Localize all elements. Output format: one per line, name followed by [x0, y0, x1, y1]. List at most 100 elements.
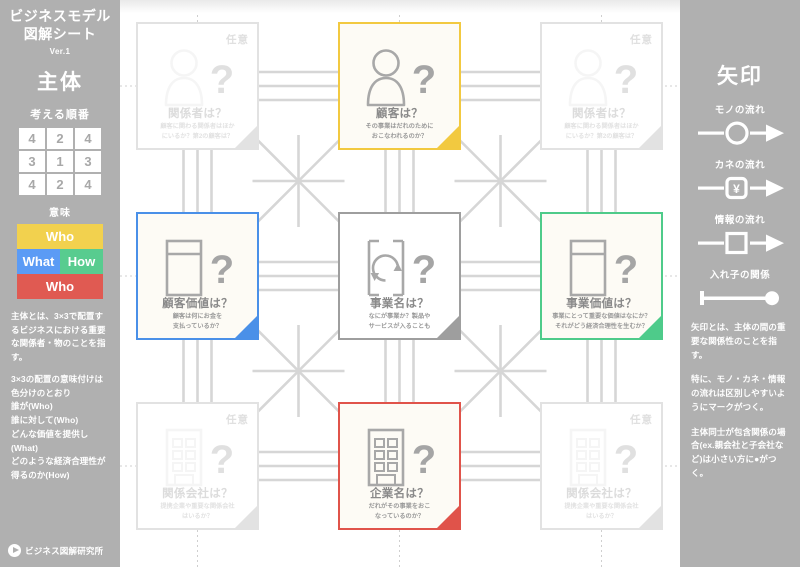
card-title-top-center: 顧客は？ — [375, 108, 424, 120]
svg-text:¥: ¥ — [733, 182, 740, 196]
building-icon — [367, 428, 405, 487]
legend-row-2: What How — [17, 248, 103, 274]
building-icon — [569, 428, 607, 487]
card-icon-wrap-bot-center: ? — [340, 424, 459, 492]
card-icon-wrap-bot-left: ? — [138, 424, 257, 492]
arrow-legend-item-3: 情報の流れ — [686, 212, 794, 255]
card-icon-wrap-top-center: ? — [340, 44, 459, 112]
arrow-nesting-paragraph: 主体同士が包含関係の場合(ex.親会社と子会社など)は小さい方に●がつく。 — [691, 426, 786, 478]
card-title-bot-right: 関係会社は？ — [566, 488, 637, 500]
arrow-marks-paragraph: 特に、モノ・カネ・情報の流れは区別しやすいようにマークがつく。 — [691, 374, 786, 412]
order-cell-r3c2: 2 — [47, 173, 73, 195]
card-title-top-right: 関係者は？ — [572, 108, 631, 120]
person-icon — [366, 49, 406, 107]
card-icon-wrap-mid-left: ? — [138, 234, 257, 302]
arrow-legend: モノの流れカネの流れ ¥ 情報の流れ入れ子の関係 — [686, 102, 794, 310]
left-sidebar: ビジネスモデル 図解シート Ver.1 主体 考える順番 424313424 意… — [0, 0, 120, 567]
card-title-mid-right: 事業価値は？ — [566, 298, 637, 310]
order-cell-r1c2: 2 — [47, 127, 73, 149]
card-icon-wrap-mid-right: ? — [542, 234, 661, 302]
arrow-legend-item-4: 入れ子の関係 — [686, 267, 794, 310]
arrow-legend-label-2: カネの流れ — [714, 160, 766, 171]
card-bot-left[interactable]: 任意? 関係会社は？ 提携企業や重要な関係会社 はいるか？ — [136, 402, 259, 530]
order-cell-r1c3: 4 — [75, 127, 101, 149]
card-bot-center[interactable]: ? 企業名は？ だれがその事業をおこ なっているのか？ — [338, 402, 461, 530]
business-model-sheet: ビジネスモデル 図解シート Ver.1 主体 考える順番 424313424 意… — [0, 0, 800, 567]
arrow-description-paragraph: 矢印とは、主体の間の重要な関係性のことを指す。 — [691, 322, 786, 360]
card-title-bot-left: 関係会社は？ — [162, 488, 233, 500]
order-cell-r3c1: 4 — [19, 173, 45, 195]
card-icon-wrap-top-right: ? — [542, 44, 661, 112]
card-mid-right[interactable]: ? 事業価値は？ 事業にとって重要な価値はなにか？ それがどう経済合理性を生むか？ — [540, 212, 663, 340]
card-top-left[interactable]: 任意? 関係者は？ 顧客に関わる関係者はほか にいるか？第2の顧客は？ — [136, 22, 259, 150]
card-icon-wrap-mid-center: ? — [340, 234, 459, 302]
sheet-version: Ver.1 — [49, 46, 71, 56]
folded-corner-bot-center — [437, 506, 459, 528]
order-cell-r2c2: 1 — [47, 150, 73, 172]
cycle-icon — [367, 239, 405, 297]
folded-corner-mid-right — [639, 316, 661, 338]
card-title-bot-center: 企業名は？ — [370, 488, 429, 500]
play-logo-icon — [8, 544, 21, 557]
legend-row-1: Who — [17, 223, 103, 249]
question-mark-bot-left: ? — [209, 438, 235, 482]
question-mark-mid-center: ? — [411, 248, 437, 292]
meaning-color-legend: Who What How Who — [17, 223, 103, 299]
card-top-right[interactable]: 任意? 関係者は？ 顧客に関わる関係者はほか にいるか？第2の顧客は？ — [540, 22, 663, 150]
value-box-icon — [165, 239, 203, 297]
arrow-legend-label-4: 入れ子の関係 — [709, 270, 771, 281]
question-mark-mid-left: ? — [209, 248, 235, 292]
section-heading-subject: 主体 — [37, 70, 83, 94]
question-mark-bot-center: ? — [411, 438, 437, 482]
folded-corner-bot-left — [235, 506, 257, 528]
mono-flow-arrow-icon — [686, 121, 794, 145]
arrow-legend-label-3: 情報の流れ — [714, 215, 766, 226]
question-mark-mid-right: ? — [613, 248, 639, 292]
value-box-icon — [569, 239, 607, 297]
order-heading: 考える順番 — [30, 108, 90, 121]
card-mid-center[interactable]: ? 事業名は？ なにが事業か？製品や サービスが入ることも — [338, 212, 461, 340]
legend-box-what: What — [17, 248, 60, 274]
card-mid-left[interactable]: ? 顧客価値は？ 顧客は何にお金を 支払っているか？ — [136, 212, 259, 340]
order-cell-r2c1: 3 — [19, 150, 45, 172]
question-mark-top-left: ? — [209, 58, 235, 102]
arrow-legend-item-2: カネの流れ ¥ — [686, 157, 794, 200]
right-sidebar: 矢印 モノの流れカネの流れ ¥ 情報の流れ入れ子の関係 矢印とは、主体の間の重要な関… — [680, 0, 800, 567]
person-icon — [164, 49, 204, 107]
card-title-top-left: 関係者は？ — [168, 108, 227, 120]
card-bot-right[interactable]: 任意? 関係会社は？ 提携企業や重要な関係会社 はいるか？ — [540, 402, 663, 530]
subject-description-paragraph: 主体とは、3×3で配置するビジネスにおける重要な関係者・物のことを指す。 — [11, 310, 106, 363]
question-mark-top-center: ? — [411, 58, 437, 102]
question-mark-bot-right: ? — [613, 438, 639, 482]
card-top-center[interactable]: ? 顧客は？ その事業はだれのために おこなわれるのか？ — [338, 22, 461, 150]
legend-box-who: Who — [17, 223, 103, 249]
card-title-mid-left: 顧客価値は？ — [162, 298, 233, 310]
building-icon — [165, 428, 203, 487]
legend-row-3: Who — [17, 273, 103, 299]
brand-footer: ビジネス図解研究所 — [8, 544, 103, 557]
card-icon-wrap-top-left: ? — [138, 44, 257, 112]
subject-color-meaning-paragraph: 3×3の配置の意味付けは色分けのとおり 誰が(Who) 誰に対して(Who) ど… — [11, 373, 106, 481]
legend-box-how: How — [60, 248, 103, 274]
order-cell-r1c1: 4 — [19, 127, 45, 149]
diagram-canvas[interactable]: 任意? 関係者は？ 顧客に関わる関係者はほか にいるか？第2の顧客は？? 顧客は？ その… — [120, 0, 680, 567]
sheet-title: ビジネスモデル 図解シート — [9, 8, 111, 42]
section-heading-arrow: 矢印 — [717, 65, 763, 88]
legend-box-who: Who — [17, 273, 103, 299]
brand-name: ビジネス図解研究所 — [25, 545, 104, 556]
card-title-mid-center: 事業名は？ — [370, 298, 429, 310]
kane-flow-arrow-icon: ¥ — [686, 176, 794, 200]
folded-corner-mid-left — [235, 316, 257, 338]
question-mark-top-right: ? — [613, 58, 639, 102]
folded-corner-top-center — [437, 126, 459, 148]
folded-corner-mid-center — [437, 316, 459, 338]
folded-corner-bot-right — [639, 506, 661, 528]
thinking-order-grid: 424313424 — [19, 127, 101, 195]
person-icon — [568, 49, 608, 107]
meaning-heading: 意味 — [49, 207, 71, 219]
arrow-legend-item-1: モノの流れ — [686, 102, 794, 145]
arrow-legend-label-1: モノの流れ — [714, 105, 766, 116]
card-icon-wrap-bot-right: ? — [542, 424, 661, 492]
folded-corner-top-left — [235, 126, 257, 148]
joho-flow-arrow-icon — [686, 231, 794, 255]
